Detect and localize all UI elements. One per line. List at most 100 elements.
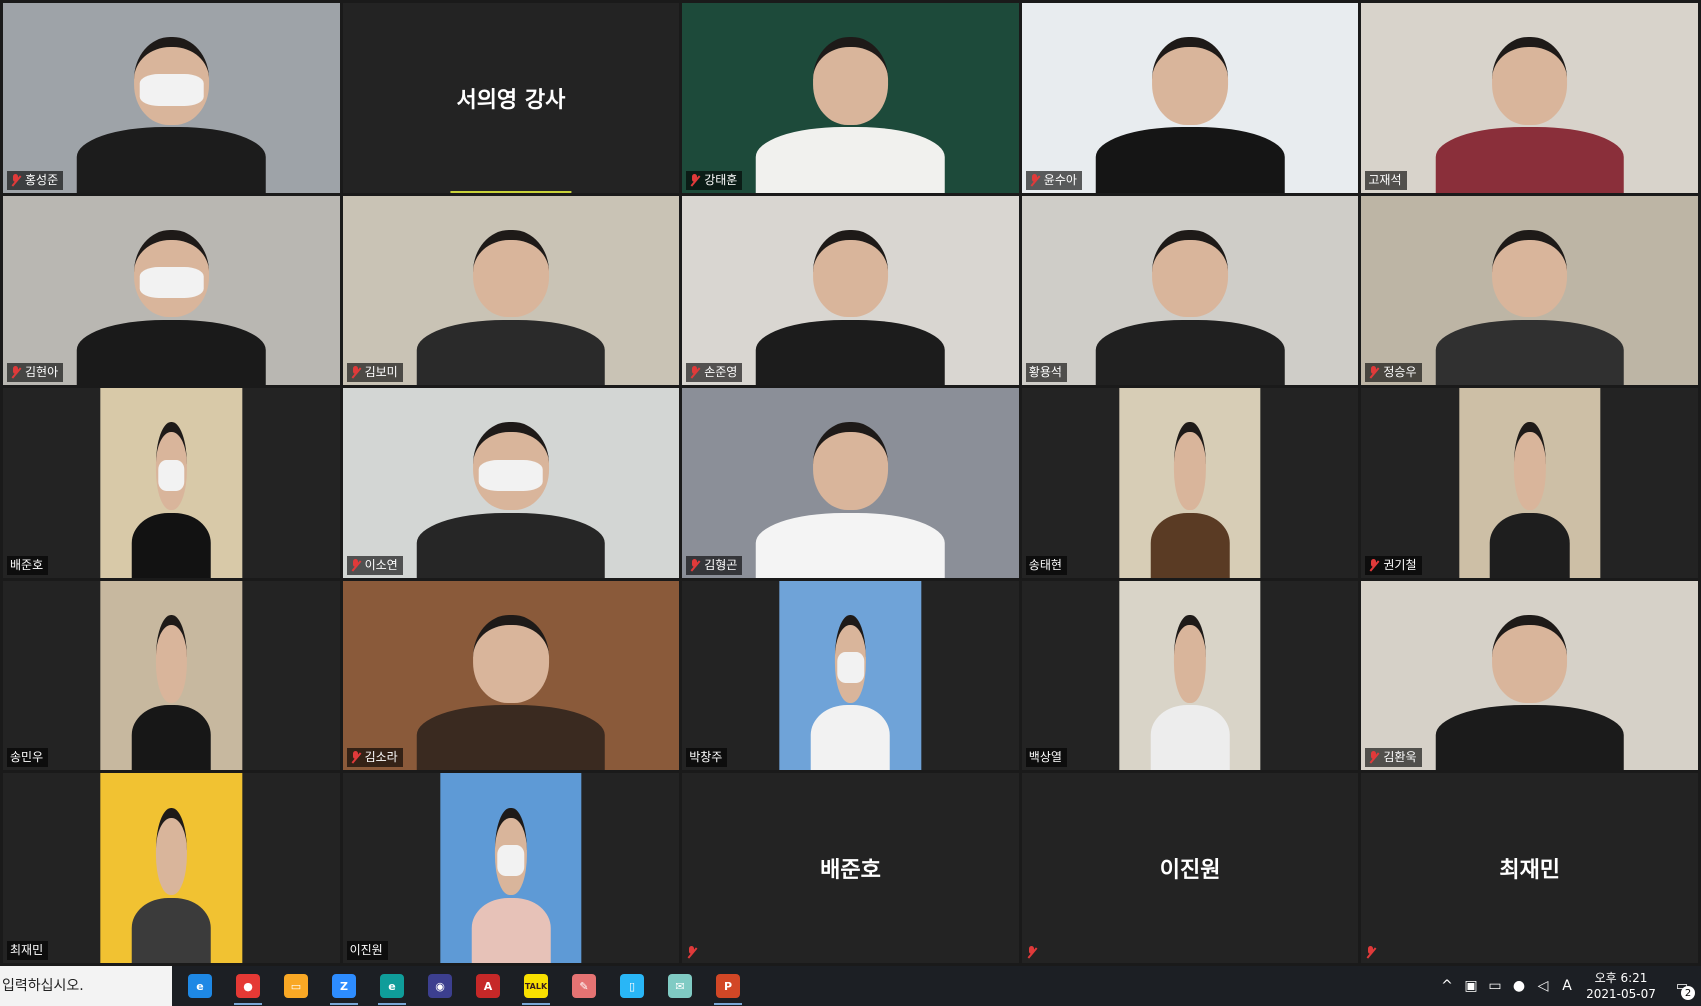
participant-tile[interactable]: 백상열 <box>1021 580 1359 771</box>
participant-tile[interactable]: 정승우 <box>1361 195 1698 386</box>
participant-name: 이진원 <box>349 943 383 957</box>
participant-silhouette <box>416 614 606 771</box>
participant-tile[interactable]: 이진원 <box>1021 773 1359 963</box>
muted-microphone-icon <box>1368 751 1380 764</box>
participant-tile[interactable]: 권기철 <box>1361 388 1698 578</box>
notes-icon: ✉ <box>668 974 692 998</box>
participant-silhouette <box>416 422 606 578</box>
participant-name-tag: 손준영 <box>686 363 743 383</box>
participant-name: 송태현 <box>1028 557 1062 572</box>
participant-display-name: 최재민 <box>1499 858 1561 884</box>
participant-display-name: 서의영 강사 <box>456 87 566 113</box>
taskbar-app-button[interactable]: P <box>708 966 748 1006</box>
participant-name-tag: 김환욱 <box>1365 748 1422 768</box>
participant-tile[interactable]: 김형곤 <box>682 388 1019 578</box>
participant-tile[interactable]: 홍성준 <box>3 3 340 193</box>
participant-tile[interactable]: 이진원 <box>342 773 680 963</box>
participant-tile[interactable]: 송민우 <box>3 580 340 771</box>
taskbar-app-button[interactable]: A <box>468 966 508 1006</box>
participant-tile[interactable]: 김보미 <box>342 195 680 386</box>
participant-video <box>1119 580 1261 771</box>
participant-name: 권기철 <box>1383 557 1417 572</box>
muted-microphone-icon <box>1029 173 1041 187</box>
participant-name-tag: 이진원 <box>346 941 388 960</box>
participant-tile[interactable]: 배준호 <box>3 388 340 578</box>
participant-silhouette <box>1150 614 1230 771</box>
taskbar-app-button[interactable]: Z <box>324 966 364 1006</box>
participant-name-tag: 김보미 <box>346 363 403 383</box>
taskbar-app-button[interactable]: ◉ <box>420 966 460 1006</box>
participant-tile[interactable]: 이소연 <box>342 388 680 578</box>
participant-video <box>100 580 242 771</box>
participant-name: 박창주 <box>689 750 723 765</box>
participant-name: 김형곤 <box>704 557 738 572</box>
taskbar-app-button[interactable]: ✎ <box>564 966 604 1006</box>
participant-tile[interactable]: 윤수아 <box>1021 3 1359 193</box>
taskbar-app-button[interactable]: ▭ <box>276 966 316 1006</box>
volume-muted-icon[interactable]: ◁ <box>1531 978 1555 994</box>
muted-microphone-icon <box>350 558 362 572</box>
participant-tile[interactable]: 서의영 강사 <box>342 3 680 193</box>
taskbar-app-button[interactable]: ✉ <box>660 966 700 1006</box>
participant-tile[interactable]: 최재민 <box>1361 773 1698 963</box>
participant-silhouette <box>416 229 606 386</box>
participant-video <box>682 388 1019 578</box>
action-center-button[interactable]: ▭ 2 <box>1663 966 1701 1006</box>
participant-silhouette <box>756 229 945 386</box>
taskbar-app-button[interactable]: ▯ <box>612 966 652 1006</box>
participant-tile[interactable]: 김환욱 <box>1361 580 1698 771</box>
participant-tile[interactable]: 김현아 <box>3 195 340 386</box>
taskbar-app-button[interactable]: ● <box>228 966 268 1006</box>
participant-name-tag: 윤수아 <box>1025 170 1082 190</box>
participant-name-tag: 박창주 <box>686 748 728 768</box>
powerpoint-icon: P <box>716 974 740 998</box>
participant-tile[interactable]: 최재민 <box>3 773 340 963</box>
participant-name-tag: 고재석 <box>1365 170 1407 190</box>
taskbar-app-button[interactable]: e <box>180 966 220 1006</box>
participant-name: 최재민 <box>10 943 44 957</box>
participant-video <box>100 388 242 578</box>
participant-tile[interactable]: 손준영 <box>682 195 1019 386</box>
clock-time: 오후 6:21 <box>1594 971 1648 985</box>
participant-name: 이소연 <box>364 557 398 572</box>
participant-name-tag: 홍성준 <box>7 170 64 190</box>
muted-microphone-icon <box>689 366 701 379</box>
zoom-icon: Z <box>332 974 356 998</box>
participant-silhouette <box>471 807 551 963</box>
acrobat-icon: A <box>476 974 500 998</box>
participant-tile[interactable]: 강태훈 <box>682 3 1019 193</box>
participant-tile[interactable]: 황용석 <box>1021 195 1359 386</box>
participant-name-tag: 권기철 <box>1365 555 1422 575</box>
participant-name: 김소라 <box>364 750 398 765</box>
participant-name-tag: 송태현 <box>1025 555 1067 575</box>
taskbar-app-button[interactable]: e <box>372 966 412 1006</box>
participant-silhouette <box>1095 229 1285 386</box>
participant-silhouette <box>131 614 211 771</box>
network-icon[interactable]: ▭ <box>1483 978 1507 994</box>
taskbar-clock[interactable]: 오후 6:21 2021-05-07 <box>1579 970 1663 1002</box>
participant-video <box>1459 388 1601 578</box>
participant-video <box>779 580 922 771</box>
participant-video <box>100 773 242 963</box>
participant-silhouette <box>1490 422 1570 578</box>
participant-name-tag: 배준호 <box>7 555 49 575</box>
chrome-icon: ● <box>236 974 260 998</box>
taskbar-apps: e ● ▭ Ze ◉ A TALK ✎ ▯ ✉ P <box>172 966 748 1006</box>
participant-tile[interactable]: 박창주 <box>682 580 1019 771</box>
participant-tile[interactable]: 김소라 <box>342 580 680 771</box>
participant-name-tag: 정승우 <box>1365 363 1422 383</box>
device-icon[interactable]: ▣ <box>1459 978 1483 994</box>
participant-video <box>3 195 340 386</box>
participant-tile[interactable]: 고재석 <box>1361 3 1698 193</box>
participant-tile[interactable]: 배준호 <box>682 773 1019 963</box>
muted-microphone-icon <box>10 173 22 187</box>
taskbar-app-button[interactable]: TALK <box>516 966 556 1006</box>
show-hidden-icons-chevron-icon[interactable]: ^ <box>1435 978 1459 994</box>
microphone-icon[interactable]: ● <box>1507 978 1531 994</box>
participant-display-name: 이진원 <box>1159 858 1221 884</box>
participant-name-tag: 강태훈 <box>686 170 743 190</box>
taskbar-search-input[interactable]: 입력하십시오. <box>0 966 172 1006</box>
participant-tile[interactable]: 송태현 <box>1021 388 1359 578</box>
ime-mode-indicator[interactable]: A <box>1555 978 1579 994</box>
participant-name-tag: 백상열 <box>1025 748 1067 768</box>
